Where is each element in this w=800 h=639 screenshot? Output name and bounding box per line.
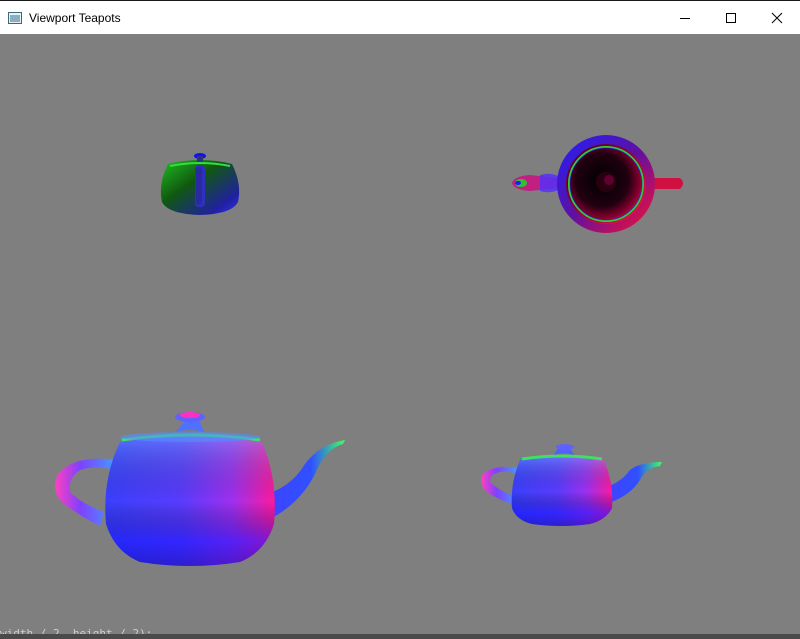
maximize-icon [726, 13, 736, 23]
title-bar[interactable]: Viewport Teapots [0, 0, 800, 34]
maximize-button[interactable] [708, 2, 754, 34]
bottom-strip [0, 634, 800, 639]
close-icon [771, 12, 783, 24]
teapot-side-view [481, 444, 662, 526]
render-viewport[interactable] [0, 34, 800, 634]
teapot-front-view [160, 153, 240, 215]
close-button[interactable] [754, 2, 800, 34]
teapot-perspective-view [55, 412, 345, 566]
app-icon [8, 12, 22, 24]
teapot-top-view [512, 135, 683, 233]
window-title: Viewport Teapots [29, 11, 121, 25]
minimize-button[interactable] [662, 2, 708, 34]
minimize-icon [680, 18, 690, 19]
